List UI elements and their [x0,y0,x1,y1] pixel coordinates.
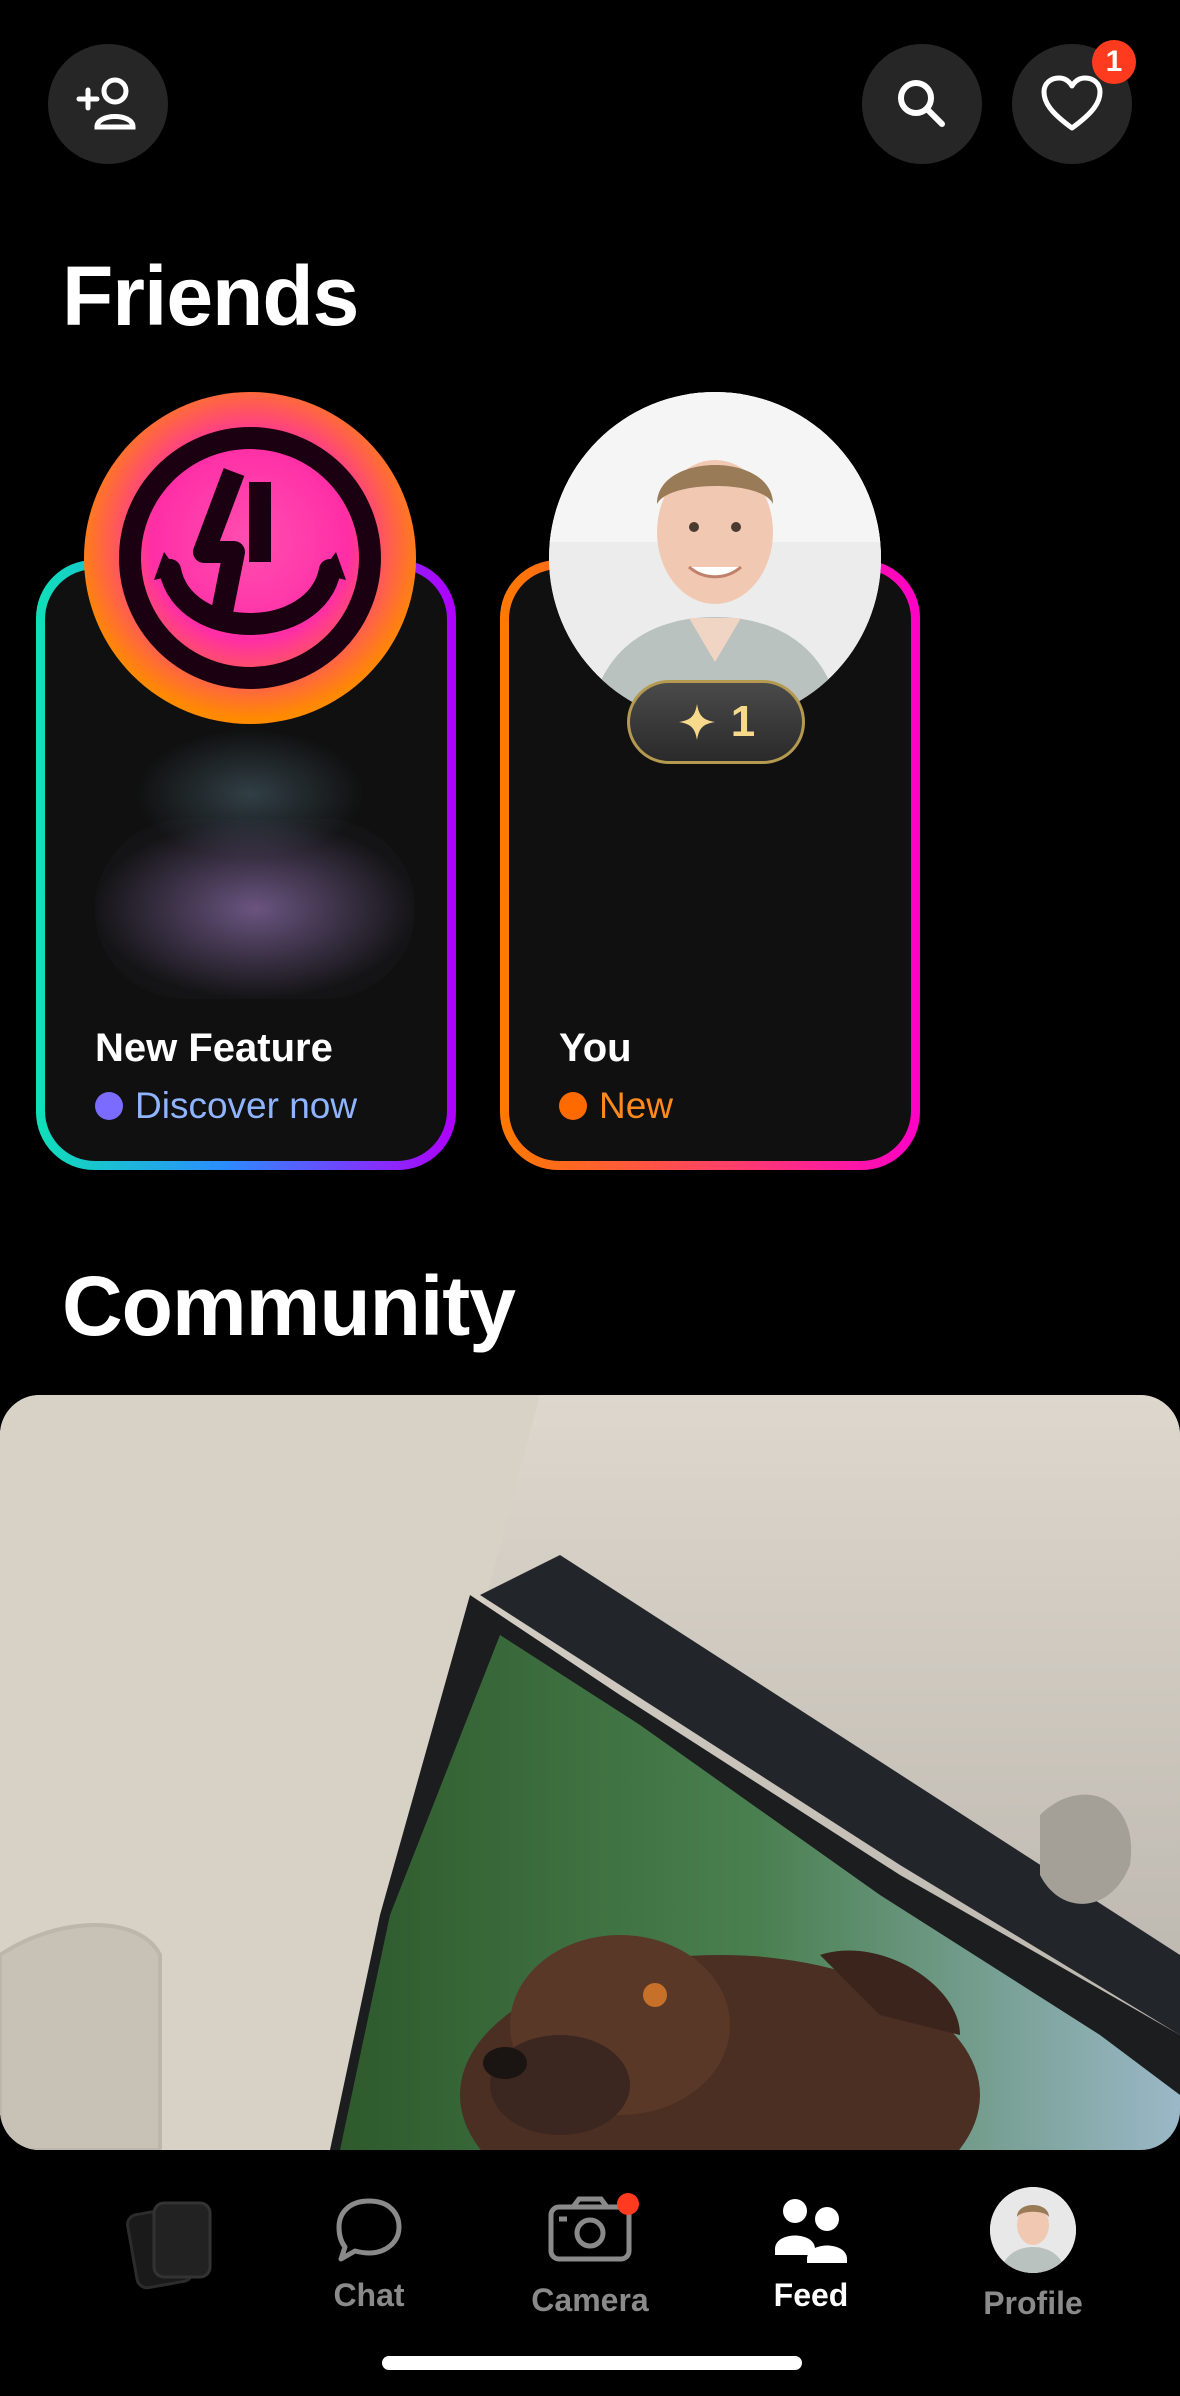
tab-camera[interactable]: Camera [500,2193,680,2319]
tab-cards[interactable] [80,2195,260,2295]
blurred-preview [95,819,415,999]
card-subtitle: New [599,1085,674,1126]
card-title: New Feature [95,1026,333,1070]
tab-feed[interactable]: Feed [721,2195,901,2314]
smiley-logo-icon [119,427,381,689]
chat-bubble-icon [336,2198,402,2262]
search-icon [898,80,945,127]
app-logo-avatar[interactable] [84,392,416,724]
community-post-image[interactable] [0,1395,1180,2150]
friends-title: Friends [62,249,359,343]
tab-label: Feed [773,2277,849,2313]
card-subtitle-row: New [559,1085,673,1127]
notification-badge: 1 [1092,40,1136,84]
home-indicator[interactable] [382,2356,802,2370]
tab-label: Profile [983,2285,1083,2321]
search-button[interactable] [862,44,982,164]
avatar-photo [549,392,881,724]
people-icon [775,2199,847,2263]
points-pill[interactable]: 1 [627,680,805,764]
tab-profile[interactable]: Profile [943,2187,1123,2322]
camera-notification-dot [617,2193,639,2215]
heart-icon [1041,75,1103,131]
status-dot [559,1092,587,1120]
avatar [990,2187,1076,2273]
community-title: Community [62,1259,516,1353]
add-person-icon [76,77,136,130]
avatar-photo [990,2187,1076,2273]
sparkle-icon [678,704,715,740]
activity-button[interactable]: 1 [1012,40,1136,164]
camera-icon-wrap [547,2193,639,2270]
cards-icon [126,2201,212,2290]
add-friend-button[interactable] [48,44,168,164]
card-title: You [559,1026,632,1070]
tab-label: Camera [531,2282,649,2318]
card-subtitle-row: Discover now [95,1085,357,1127]
status-dot [95,1092,123,1120]
points-count: 1 [730,697,756,746]
user-avatar[interactable] [549,392,881,724]
card-subtitle: Discover now [135,1085,358,1126]
tab-chat[interactable]: Chat [279,2195,459,2314]
tab-label: Chat [333,2277,405,2313]
dog-car-photo [0,1395,1180,2150]
